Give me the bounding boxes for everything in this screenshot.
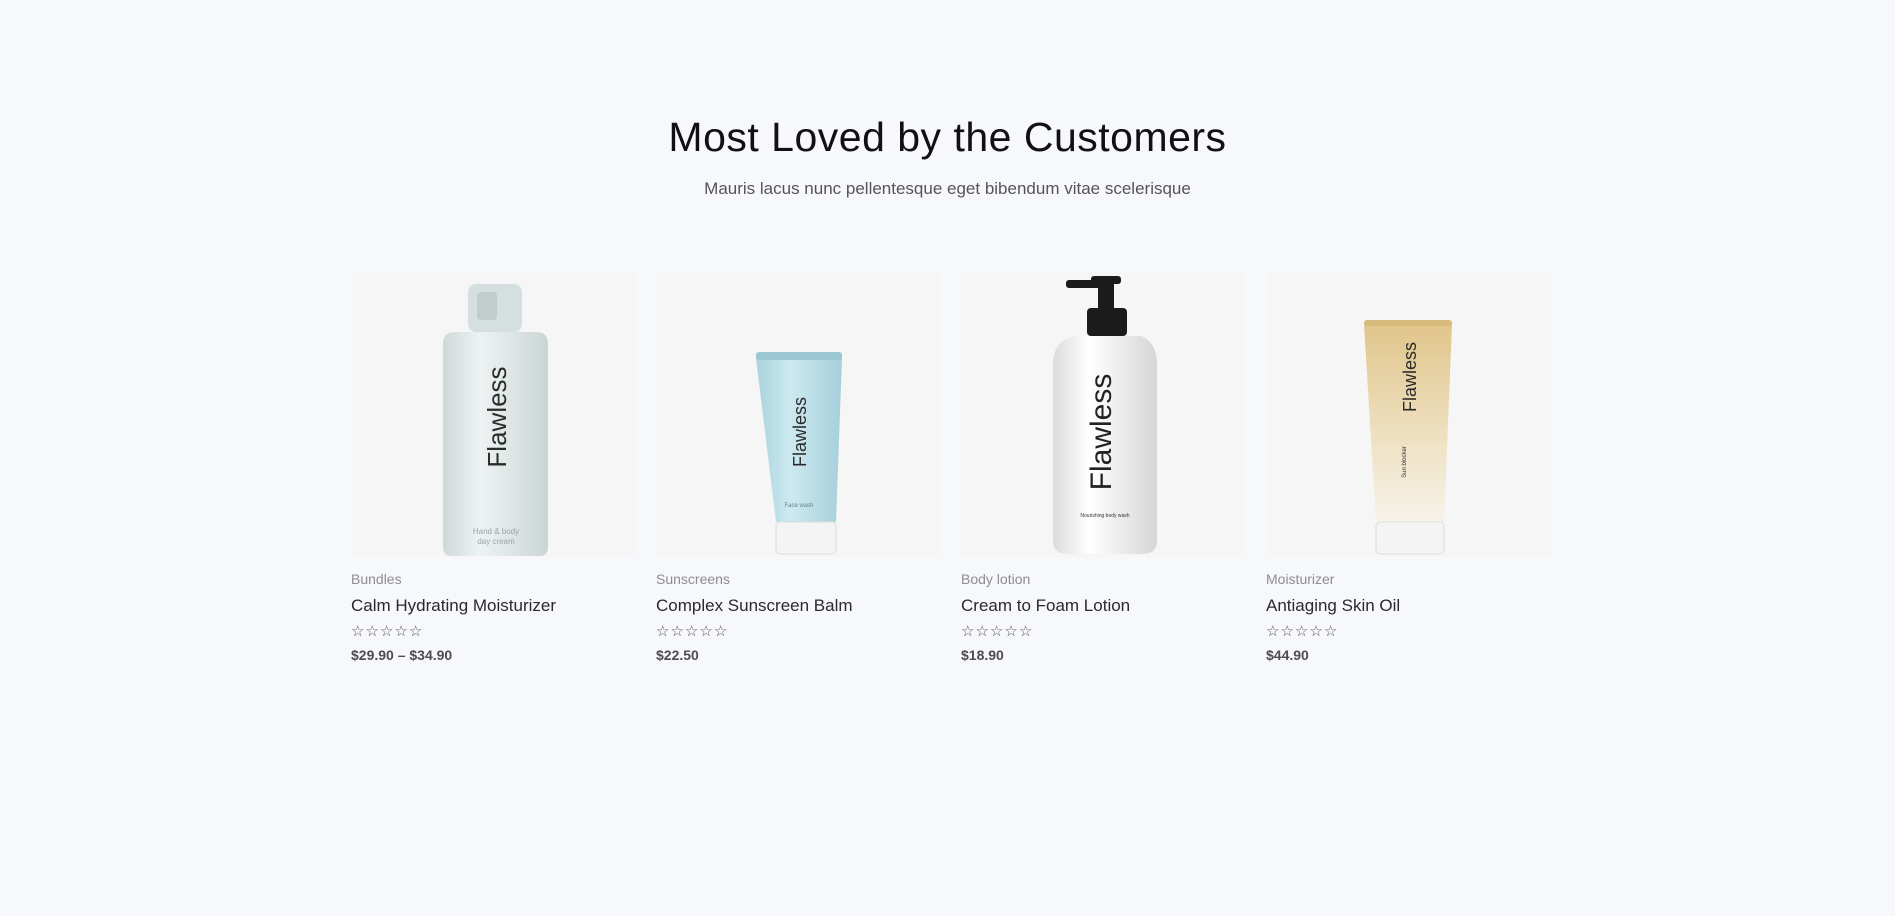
product-category[interactable]: Bundles [351,571,636,587]
product-card-calm-hydrating-moisturizer[interactable]: Flawless Hand & body day cream Bundles C… [351,272,636,663]
star-icon: ☆ [699,623,713,640]
section-title: Most Loved by the Customers [668,114,1227,160]
product-grid: Flawless Hand & body day cream Bundles C… [351,272,1551,663]
product-title[interactable]: Complex Sunscreen Balm [656,596,941,616]
star-icon: ☆ [684,623,699,640]
product-price: $29.90 – $34.90 [351,647,453,663]
product-price: $44.90 [1266,647,1309,663]
product-image[interactable]: Flawless Hand & body day cream [351,272,636,557]
star-icon: ☆ [989,623,1004,640]
svg-text:Nourishing body wash: Nourishing body wash [1080,513,1129,519]
star-rating: ☆ ☆ ☆ ☆ ☆ [1266,624,1551,640]
star-icon: ☆ [656,623,670,640]
star-icon: ☆ [394,623,408,640]
product-title[interactable]: Antiaging Skin Oil [1266,596,1551,616]
svg-text:day cream: day cream [477,537,515,546]
star-icon: ☆ [713,623,728,640]
star-icon: ☆ [670,623,684,640]
star-icon: ☆ [379,623,394,640]
star-icon: ☆ [408,623,423,640]
svg-text:Sun blocker: Sun blocker [1402,446,1408,478]
section-subtitle: Mauris lacus nunc pellentesque eget bibe… [704,179,1191,198]
product-image[interactable]: Flawless Sun blocker [1266,272,1551,557]
product-image[interactable]: Flawless Face wash [656,272,941,557]
svg-text:Hand & body: Hand & body [473,527,519,536]
star-icon: ☆ [351,623,365,640]
svg-text:Face wash: Face wash [784,503,813,509]
product-title[interactable]: Cream to Foam Lotion [961,596,1246,616]
star-icon: ☆ [961,623,975,640]
product-category[interactable]: Moisturizer [1266,571,1551,587]
star-icon: ☆ [975,623,989,640]
brand-text: Flawless [1085,374,1118,491]
most-loved-section: Most Loved by the Customers Mauris lacus… [0,0,1895,916]
star-rating: ☆ ☆ ☆ ☆ ☆ [351,624,636,640]
star-rating: ☆ ☆ ☆ ☆ ☆ [961,624,1246,640]
star-rating: ☆ ☆ ☆ ☆ ☆ [656,624,941,640]
brand-text: Flawless [482,366,512,467]
product-card-cream-to-foam-lotion[interactable]: Flawless Nourishing body wash Body lotio… [961,272,1246,663]
star-icon: ☆ [1266,623,1280,640]
brand-text: Flawless [1400,342,1420,412]
star-icon: ☆ [1294,623,1309,640]
product-title[interactable]: Calm Hydrating Moisturizer [351,596,636,616]
star-icon: ☆ [1004,623,1018,640]
product-card-complex-sunscreen-balm[interactable]: Flawless Face wash Sunscreens Complex Su… [656,272,941,663]
brand-text: Flawless [790,397,810,467]
star-icon: ☆ [1309,623,1323,640]
product-category[interactable]: Body lotion [961,571,1246,587]
star-icon: ☆ [1323,623,1338,640]
product-price: $22.50 [656,647,699,663]
product-price: $18.90 [961,647,1004,663]
product-image[interactable]: Flawless Nourishing body wash [961,272,1246,557]
star-icon: ☆ [1018,623,1033,640]
product-card-antiaging-skin-oil[interactable]: Flawless Sun blocker Moisturizer Antiagi… [1266,272,1551,663]
star-icon: ☆ [365,623,379,640]
star-icon: ☆ [1280,623,1294,640]
product-category[interactable]: Sunscreens [656,571,941,587]
